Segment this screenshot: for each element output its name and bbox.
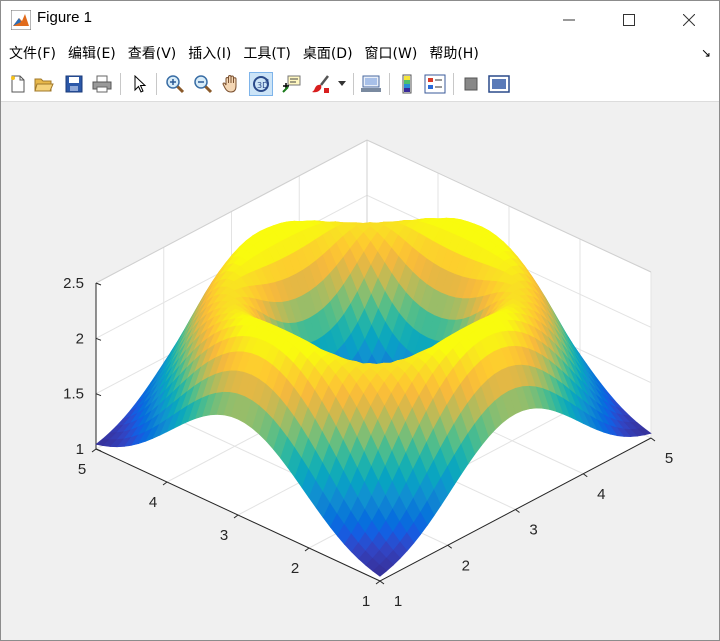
z-tick-label: 2.5 [63,275,84,292]
colorbar-icon [402,74,412,94]
menu-desktop[interactable]: 桌面(D) [303,43,353,63]
minimize-icon [563,19,575,21]
menu-window[interactable]: 窗口(W) [365,43,418,63]
hide-plot-tools-icon [464,77,478,91]
brush-button[interactable] [309,72,333,96]
print-icon [92,75,112,93]
brush-dropdown-button[interactable] [335,72,349,96]
y-tick-mark [162,481,168,486]
z-tick-label: 1 [76,441,84,458]
menu-edit[interactable]: 编辑(E) [68,43,116,63]
x-tick-mark [582,473,588,478]
toolbar-separator [353,73,354,95]
menu-view[interactable]: 查看(V) [128,43,177,63]
new-figure-icon [11,75,25,93]
title-bar: Figure 1 [1,1,719,39]
y-tick-mark [304,547,310,552]
close-icon [683,14,695,26]
z-tick-label: 2 [76,330,84,347]
toolbar-separator [156,73,157,95]
rotate-3d-icon: 3D [253,76,269,92]
open-file-icon [34,78,54,92]
x-tick-label: 3 [529,522,537,539]
window-title: Figure 1 [37,9,93,26]
menu-bar: 文件(F) 编辑(E) 查看(V) 插入(I) 工具(T) 桌面(D) 窗口(W… [1,39,719,67]
svg-text:3D: 3D [257,81,268,90]
pan-hand-icon [222,74,237,93]
y-tick-label: 5 [78,461,86,478]
y-tick-mark [91,448,97,453]
save-icon [65,75,83,93]
chevron-down-icon [338,81,346,86]
y-tick-label: 4 [149,494,157,511]
x-tick-label: 5 [665,450,673,467]
new-figure-button[interactable] [6,72,30,96]
close-button[interactable] [659,1,719,39]
x-tick-label: 1 [394,593,402,610]
figure-window: Figure 1 文件(F) 编辑(E) 查看(V) 插入(I) 工具(T) 桌… [0,0,720,641]
toolbar-separator [120,73,121,95]
show-plot-tools-button[interactable] [487,72,511,96]
plot-area: 1 2 3 4 5 1 2 3 4 5 1 1.5 2 2.5 [1,102,719,640]
y-tick-label: 1 [362,593,370,610]
menu-insert[interactable]: 插入(I) [188,43,231,63]
x-tick-mark [515,509,520,513]
x-tick-label: 4 [597,486,605,503]
minimize-button[interactable] [539,1,599,39]
zoom-out-icon [194,75,213,94]
link-plot-icon [361,75,381,92]
colorbar-button[interactable] [395,72,419,96]
matlab-logo-icon [11,10,31,30]
menu-file[interactable]: 文件(F) [9,43,56,63]
x-tick-mark [650,437,656,442]
print-button[interactable] [90,72,114,96]
zoom-in-icon [166,75,185,94]
toolbar-separator [389,73,390,95]
pan-button[interactable] [219,72,243,96]
zoom-out-button[interactable] [191,72,215,96]
show-plot-tools-icon [488,75,510,93]
menu-tools[interactable]: 工具(T) [243,43,290,63]
x-tick-mark [447,544,453,549]
y-tick-mark [375,580,381,585]
data-cursor-icon [282,75,301,93]
hide-plot-tools-button[interactable] [459,72,483,96]
y-tick-label: 2 [291,560,299,577]
save-button[interactable] [62,72,86,96]
surface-plot[interactable]: 1 2 3 4 5 1 2 3 4 5 1 1.5 2 2.5 [1,102,719,640]
maximize-icon [623,14,635,26]
legend-icon [424,74,446,94]
data-cursor-button[interactable] [279,72,303,96]
rotate-3d-button[interactable]: 3D [249,72,273,96]
z-tick-label: 1.5 [63,386,84,403]
open-file-button[interactable] [32,72,56,96]
maximize-button[interactable] [599,1,659,39]
dock-arrow-icon[interactable]: ↘ [701,46,711,60]
select-button[interactable] [128,72,152,96]
menu-help[interactable]: 帮助(H) [429,43,478,63]
link-plot-button[interactable] [359,72,383,96]
toolbar-separator [453,73,454,95]
y-tick-mark [233,514,239,519]
brush-icon [312,75,329,93]
zoom-in-button[interactable] [163,72,187,96]
y-tick-label: 3 [220,527,228,544]
x-tick-mark [379,580,385,585]
select-arrow-icon [134,75,147,93]
x-tick-label: 2 [462,557,470,574]
toolbar: 3D [1,67,719,102]
legend-button[interactable] [423,72,447,96]
